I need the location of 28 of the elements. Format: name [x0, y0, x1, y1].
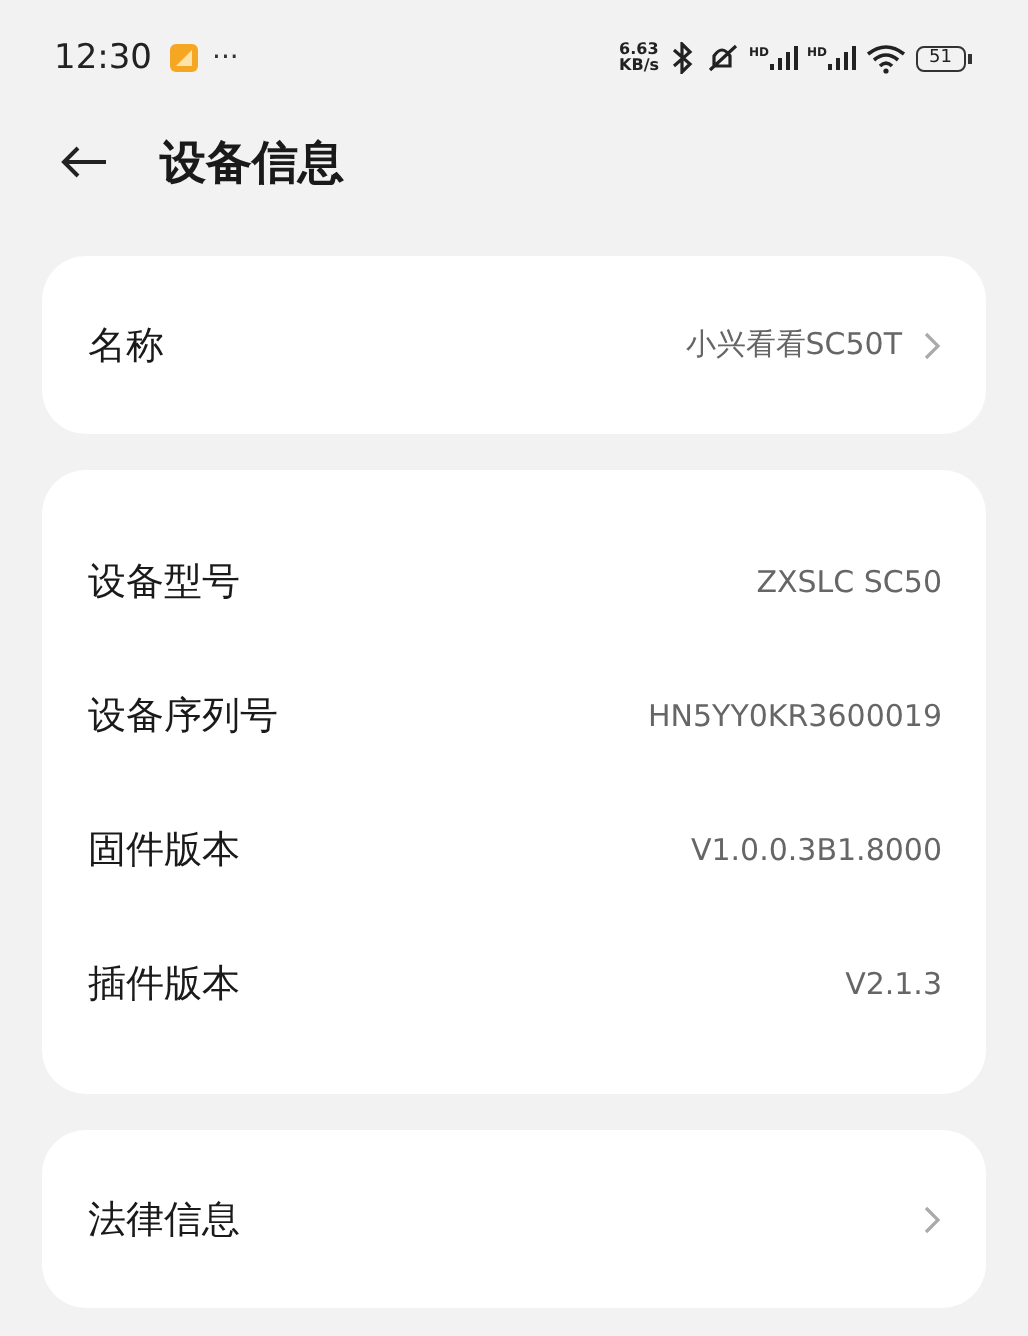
row-value: V2.1.3 — [845, 965, 942, 1001]
signal-icon — [827, 46, 856, 70]
clock: 12:30 — [54, 38, 152, 78]
back-arrow-icon[interactable] — [60, 144, 108, 180]
row-label: 法律信息 — [88, 1195, 240, 1245]
more-notifications: ··· — [212, 42, 239, 74]
network-speed-unit: KB/s — [619, 58, 660, 74]
signal-icon — [769, 46, 798, 70]
muted-bell-icon — [703, 42, 740, 74]
row-value: V1.0.0.3B1.8000 — [690, 831, 942, 867]
row-value: HN5YY0KR3600019 — [648, 697, 942, 733]
row-label: 固件版本 — [88, 825, 240, 875]
battery-level: 51 — [915, 45, 966, 71]
chevron-icon — [922, 1203, 942, 1235]
chevron-icon — [922, 329, 942, 361]
settings-row[interactable]: 名称 小兴看看SC50T — [42, 256, 986, 434]
row-label: 名称 — [88, 321, 164, 371]
network-speed-value: 6.63 — [619, 42, 660, 58]
row-value: ZXSLC SC50 — [756, 563, 942, 599]
row-value: 小兴看看SC50T — [685, 326, 902, 364]
row-label: 设备型号 — [88, 557, 240, 607]
wifi-icon — [865, 43, 906, 73]
row-label: 插件版本 — [88, 959, 240, 1009]
page-title: 设备信息 — [160, 135, 344, 193]
bluetooth-icon — [669, 42, 694, 74]
settings-row[interactable]: 法律信息 — [42, 1130, 986, 1308]
row-label: 设备序列号 — [88, 691, 278, 741]
app-notification-icon — [168, 42, 200, 74]
